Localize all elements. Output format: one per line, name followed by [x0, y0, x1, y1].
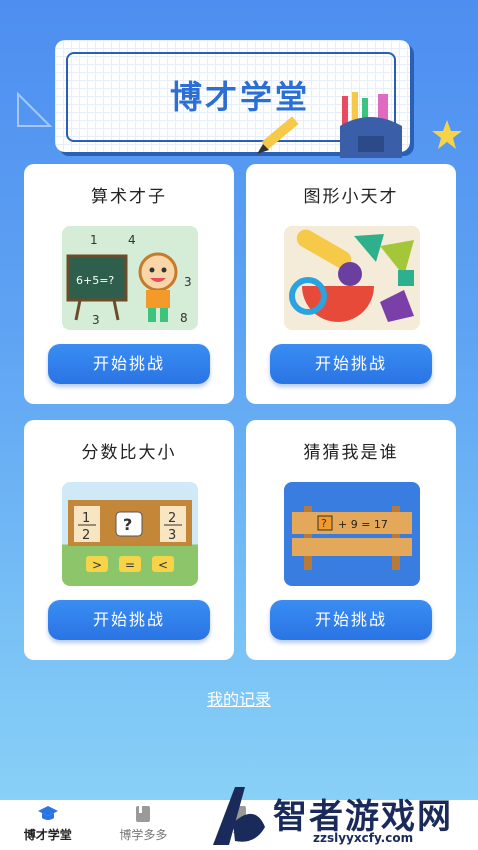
watermark-logo-icon [213, 787, 265, 845]
svg-text:<: < [158, 558, 168, 572]
svg-text:2: 2 [168, 511, 176, 526]
svg-text:+ 9 = 17: + 9 = 17 [338, 518, 388, 531]
card-title: 猜猜我是谁 [303, 443, 399, 463]
math-kid-icon: 6+5=? 1 4 3 8 3 [62, 226, 198, 330]
svg-text:?: ? [123, 515, 132, 534]
game-card-guess[interactable]: 猜猜我是谁 ? + 9 = 17 开始挑战 [246, 420, 456, 660]
start-challenge-button[interactable]: 开始挑战 [48, 344, 210, 384]
game-card-fractions[interactable]: 分数比大小 1 2 ? 2 3 > = < 开始挑战 [24, 420, 234, 660]
game-card-shapes[interactable]: 图形小天才 开始挑战 [246, 164, 456, 404]
nav-label: 博才学堂 [23, 828, 72, 842]
svg-text:1: 1 [82, 511, 90, 526]
svg-text:8: 8 [180, 311, 188, 325]
school-bag-icon [340, 92, 402, 158]
svg-text:3: 3 [168, 528, 176, 543]
shapes-icon [284, 226, 420, 330]
my-records-link[interactable]: 我的记录 [0, 686, 478, 710]
triangle-ruler-icon [17, 91, 53, 127]
watermark: 智者游戏网 zzslyyxcfy.com [205, 783, 475, 850]
start-challenge-button[interactable]: 开始挑战 [270, 600, 432, 640]
svg-text:1: 1 [90, 233, 98, 247]
watermark-url: zzslyyxcfy.com [313, 831, 414, 845]
svg-text:>: > [92, 558, 102, 572]
graduation-cap-icon [37, 806, 58, 820]
star-icon [432, 120, 462, 149]
svg-text:2: 2 [82, 528, 90, 543]
svg-text:3: 3 [184, 275, 192, 289]
card-title: 图形小天才 [303, 187, 399, 207]
svg-text:6+5=?: 6+5=? [76, 274, 114, 287]
fraction-compare-icon: 1 2 ? 2 3 > = < [62, 482, 198, 586]
nav-label: 博学多多 [119, 828, 168, 842]
svg-text:4: 4 [128, 233, 136, 247]
nav-item-learn[interactable]: 博学多多 [96, 800, 192, 850]
nav-item-home[interactable]: 博才学堂 [0, 800, 96, 850]
card-title: 分数比大小 [81, 443, 177, 463]
start-challenge-button[interactable]: 开始挑战 [270, 344, 432, 384]
svg-text:?: ? [321, 517, 327, 530]
svg-text:=: = [125, 558, 135, 572]
game-card-arithmetic[interactable]: 算术才子 6+5=? 1 4 3 8 3 开始挑战 [24, 164, 234, 404]
equation-sign-icon: ? + 9 = 17 [284, 482, 420, 586]
start-challenge-button[interactable]: 开始挑战 [48, 600, 210, 640]
svg-text:3: 3 [92, 313, 100, 327]
pencil-icon [257, 116, 299, 154]
card-title: 算术才子 [91, 187, 167, 207]
book-icon [136, 806, 151, 822]
